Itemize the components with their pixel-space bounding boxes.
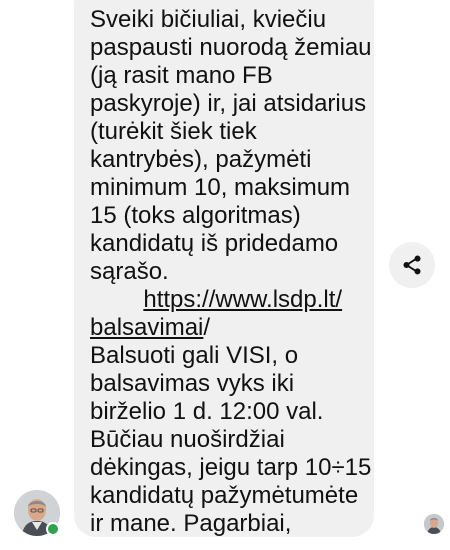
message-line: Būčiau nuoširdžiai: [90, 426, 285, 453]
message-line: balsavimas vyks iki: [90, 370, 295, 397]
message-line: paskyroje) ir, jai atsidarius: [90, 90, 367, 117]
message-line: Sveiki bičiuliai, kviečiu: [90, 6, 327, 33]
message-line: sąrašo.: [90, 258, 169, 285]
message-line: Balsuoti gali VISI, o: [90, 342, 299, 369]
online-status-dot: [46, 522, 60, 536]
message-line: kantrybės), pažymėti: [90, 146, 312, 173]
share-button[interactable]: [389, 242, 435, 288]
message-line: minimum 10, maksimum: [90, 174, 351, 201]
seen-receipt-avatar: [424, 514, 444, 534]
message-line: paspausti nuorodą žemiau: [90, 34, 372, 61]
seen-avatar-image: [424, 514, 444, 534]
link-indent: [90, 286, 143, 313]
message-line: kandidatų pažymėtumėte: [90, 482, 359, 509]
message-line: ir mane. Pagarbiai,: [90, 510, 292, 537]
link-suffix: /: [203, 314, 211, 341]
message-link-line: https://www.lsdp.lt/: [90, 286, 360, 314]
message-line: kandidatų iš pridedamo: [90, 230, 339, 257]
share-icon: [403, 255, 421, 275]
message-link-line: balsavimai/: [90, 314, 360, 342]
message-line: (turėkit šiek tiek: [90, 118, 257, 145]
message-bubble[interactable]: Sveiki bičiuliai, kviečiu paspausti nuor…: [74, 0, 374, 537]
message-line: dėkingas, jeigu tarp 10÷15: [90, 454, 372, 481]
message-line: (ją rasit mano FB: [90, 62, 273, 89]
voting-link-part2[interactable]: balsavimai: [90, 314, 203, 341]
voting-link-part1[interactable]: https://www.lsdp.lt/: [143, 286, 342, 313]
chat-screen: Sveiki bičiuliai, kviečiu paspausti nuor…: [0, 0, 450, 550]
message-line: 15 (toks algoritmas): [90, 202, 301, 229]
message-line: birželio 1 d. 12:00 val.: [90, 398, 324, 425]
